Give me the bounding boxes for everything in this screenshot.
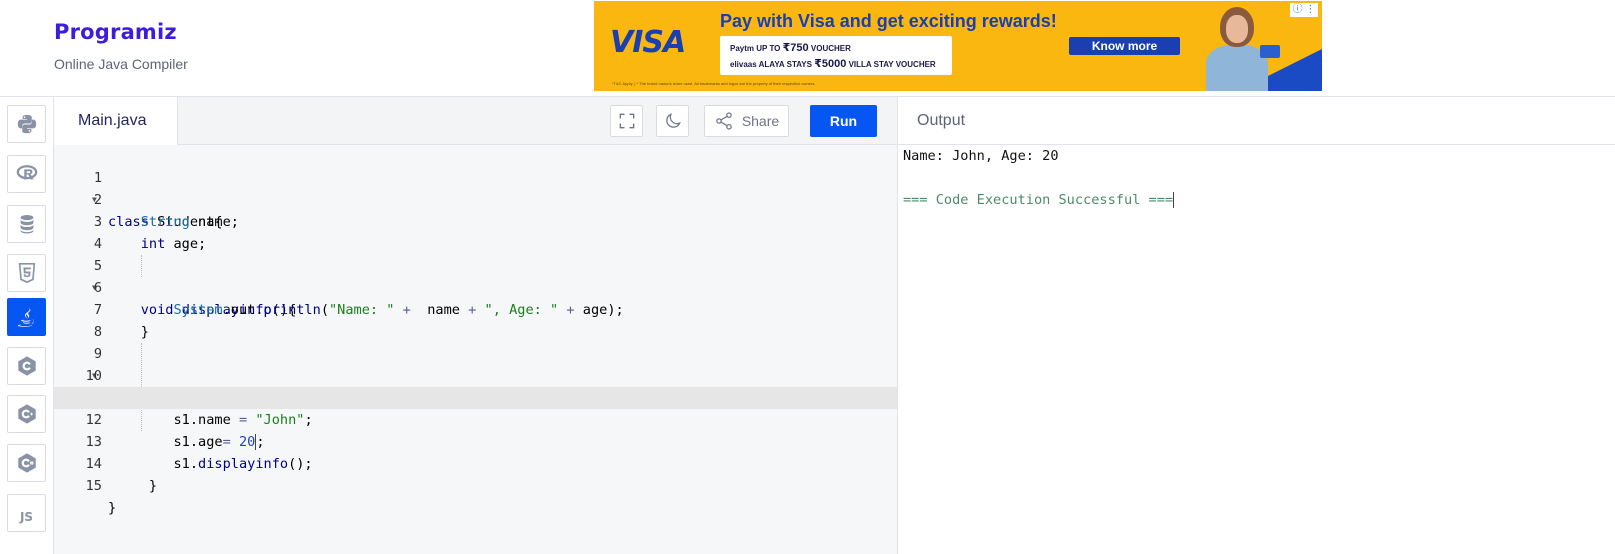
ad-voucher-2-amount: ₹5000 <box>814 58 847 70</box>
code-line: 2 String name; <box>54 167 897 230</box>
code-line: 6 System.out.println("Name: " + name + "… <box>54 255 897 318</box>
code-line-active: 12 s1.age= 20; <box>54 387 897 450</box>
code-line: 13 s1.displayinfo(); <box>54 409 897 472</box>
code-line: 15 } <box>54 453 897 516</box>
sidebar-item-js[interactable]: JS <box>7 494 46 532</box>
fullscreen-icon <box>619 113 634 129</box>
share-label: Share <box>741 113 780 129</box>
ad-fine-print: *T&C Apply. | * The brand name/s is/are … <box>612 81 816 86</box>
code-line: 4 <box>54 211 897 252</box>
code-line: 8 <box>54 299 897 340</box>
python-icon <box>17 114 36 134</box>
cpp-icon <box>17 404 36 424</box>
output-success-text: === Code Execution Successful === <box>903 192 1174 208</box>
output-header: Output <box>897 97 1615 145</box>
line-number: 15 <box>85 478 102 494</box>
ad-voucher-1-suffix: VOUCHER <box>810 44 851 53</box>
theme-toggle-button[interactable] <box>656 105 689 137</box>
sidebar-item-csharp[interactable] <box>7 444 46 482</box>
language-sidebar: JS <box>0 97 54 554</box>
sidebar-item-cpp[interactable] <box>7 395 46 433</box>
fullscreen-button[interactable] <box>610 105 643 137</box>
sidebar-item-sql[interactable] <box>7 205 46 243</box>
sidebar-item-html[interactable] <box>7 254 46 292</box>
ad-brand: VISA <box>610 25 686 60</box>
ad-voucher-2-suffix: VILLA STAY VOUCHER <box>848 60 936 69</box>
database-icon <box>20 215 33 234</box>
run-button[interactable]: Run <box>810 105 877 137</box>
top-bar: Programiz Online Java Compiler VISA Pay … <box>0 0 1615 97</box>
share-button[interactable]: Share <box>704 105 789 137</box>
tab-main-java[interactable]: Main.java <box>54 97 178 145</box>
programiz-logo[interactable]: Programiz <box>54 20 177 44</box>
output-panel[interactable]: Name: John, Age: 20 === Code Execution S… <box>897 145 1615 554</box>
advertisement-banner[interactable]: VISA Pay with Visa and get exciting rewa… <box>594 1 1322 91</box>
js-icon: JS <box>19 510 34 524</box>
output-line: Name: John, Age: 20 <box>903 148 1059 164</box>
sidebar-item-c[interactable] <box>7 347 46 385</box>
ad-voucher-2-brands: elivaas ALAYA STAYS <box>730 60 812 69</box>
r-icon <box>16 165 37 180</box>
code-line: 10 Student s1 = new Student(); <box>54 343 897 406</box>
ad-voucher-box: Paytm UP TO ₹750 VOUCHER elivaas ALAYA S… <box>720 36 952 75</box>
ad-voucher-1: Paytm UP TO ₹750 VOUCHER <box>730 41 851 54</box>
sidebar-item-java[interactable] <box>7 298 46 336</box>
c-icon <box>17 356 36 376</box>
sidebar-item-r[interactable] <box>7 155 46 193</box>
ad-choices-icon[interactable]: ⓘ ⋮ <box>1290 3 1318 17</box>
java-icon <box>17 307 34 327</box>
code-text: } <box>108 500 117 516</box>
share-icon <box>716 112 732 130</box>
output-caret <box>1173 192 1175 208</box>
ad-model-image <box>1202 5 1280 91</box>
ad-know-more-button[interactable]: Know more <box>1069 37 1180 55</box>
code-line: 7 } <box>54 277 897 340</box>
ad-voucher-1-prefix: UP TO <box>756 44 781 53</box>
ad-voucher-1-amount: ₹750 <box>782 42 809 54</box>
code-line: 11 s1.name = "John"; <box>54 365 897 428</box>
html5-icon <box>18 263 35 284</box>
output-success-line: === Code Execution Successful === <box>903 189 1175 211</box>
ad-voucher-1-brand: Paytm <box>730 44 755 53</box>
sidebar-item-python[interactable] <box>7 105 46 143</box>
moon-icon <box>665 113 681 128</box>
page-subtitle: Online Java Compiler <box>54 56 188 72</box>
ad-headline: Pay with Visa and get exciting rewards! <box>720 11 1057 31</box>
editor-toolbar: Main.java Share Run <box>54 97 897 145</box>
code-line: 3 int age; <box>54 189 897 252</box>
csharp-icon <box>17 453 36 473</box>
code-line: 9 ▼ public static void main(String[] arg… <box>54 321 897 406</box>
code-text: } <box>108 478 158 494</box>
code-line: 14 } <box>54 431 897 494</box>
code-line: 1 ▼ class Student{ <box>54 145 897 230</box>
code-line: 5 ▼ void displayinfo(){ <box>54 233 897 318</box>
logo-text: Programiz <box>54 20 177 44</box>
ad-voucher-2: elivaas ALAYA STAYS ₹5000 VILLA STAY VOU… <box>730 57 936 70</box>
code-editor[interactable]: 1 ▼ class Student{ 2 String name; 3 int … <box>54 145 897 554</box>
